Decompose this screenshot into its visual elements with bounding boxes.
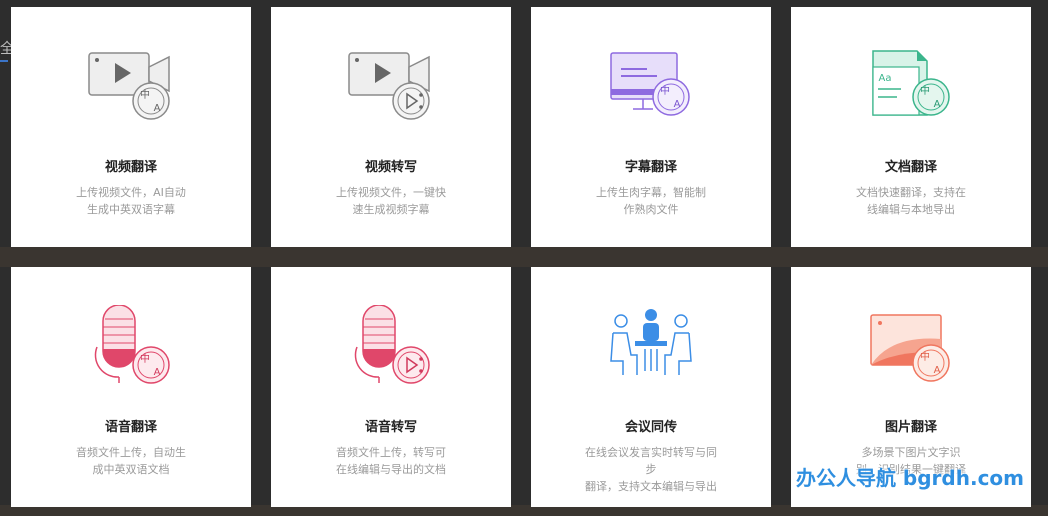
card-description-line: 音频文件上传，自动生 <box>76 446 186 459</box>
badge-zh-glyph: 中 <box>920 84 930 97</box>
card-voice-translate[interactable]: 中 A 语音翻译 音频文件上传，自动生 成中英双语文档 <box>11 267 251 507</box>
card-description: 文档快速翻译，支持在 线编辑与本地导出 <box>841 184 981 218</box>
card-subtitle-translate[interactable]: 中 A 字幕翻译 上传生肉字幕，智能制 作熟肉文件 <box>531 7 771 247</box>
card-description-line: 成中英双语文档 <box>92 463 170 476</box>
card-video-transcribe[interactable]: 视频转写 上传视频文件，一键快 速生成视频字幕 <box>271 7 511 247</box>
video-translate-icon: 中 A <box>81 45 181 125</box>
service-grid: 中 A 视频翻译 上传视频文件，AI自动 生成中英双语字幕 视频转写 上传视频文… <box>11 7 1031 507</box>
card-description-line: 线编辑与本地导出 <box>867 203 955 216</box>
card-description: 在线会议发言实时转写与同步 翻译，支持文本编辑与导出 <box>581 444 721 495</box>
badge-zh-glyph: 中 <box>140 352 150 365</box>
card-document-translate[interactable]: Aa 中 A 文档翻译 文档快速翻译，支持在 线编辑与本地导出 <box>791 7 1031 247</box>
card-title: 视频翻译 <box>104 160 157 175</box>
card-description-line: 在线会议发言实时转写与同步 <box>585 446 717 476</box>
card-title: 语音转写 <box>364 420 417 435</box>
background-tab-underline <box>0 60 8 62</box>
meeting-interpret-icon <box>601 305 701 385</box>
card-description: 音频文件上传，转写可 在线编辑与导出的文档 <box>321 444 461 478</box>
badge-en-glyph: A <box>934 99 941 110</box>
card-description-line: 速生成视频字幕 <box>352 203 430 216</box>
card-title: 文档翻译 <box>884 160 937 175</box>
card-voice-transcribe[interactable]: 语音转写 音频文件上传，转写可 在线编辑与导出的文档 <box>271 267 511 507</box>
card-meeting-interpret[interactable]: 会议同传 在线会议发言实时转写与同步 翻译，支持文本编辑与导出 <box>531 267 771 507</box>
card-description-line: 上传生肉字幕，智能制 <box>596 186 706 199</box>
badge-zh-glyph: 中 <box>660 84 670 97</box>
voice-translate-icon: 中 A <box>81 305 181 385</box>
card-description: 音频文件上传，自动生 成中英双语文档 <box>61 444 201 478</box>
card-description: 上传视频文件，AI自动 生成中英双语字幕 <box>61 184 201 218</box>
card-description: 上传视频文件，一键快 速生成视频字幕 <box>321 184 461 218</box>
card-description-line: 翻译，支持文本编辑与导出 <box>585 480 717 493</box>
badge-en-glyph: A <box>154 103 161 114</box>
badge-zh-glyph: 中 <box>140 88 150 101</box>
card-description-line: 在线编辑与导出的文档 <box>336 463 446 476</box>
card-description-line: 音频文件上传，转写可 <box>336 446 446 459</box>
card-description-line: 上传视频文件，一键快 <box>336 186 446 199</box>
badge-zh-glyph: 中 <box>920 350 930 363</box>
watermark-text: 办公人导航 bgrdh.com <box>795 466 1024 490</box>
badge-en-glyph: A <box>154 367 161 378</box>
card-title: 视频转写 <box>364 160 417 175</box>
card-description-line: 文档快速翻译，支持在 <box>856 186 966 199</box>
card-title: 会议同传 <box>624 420 677 435</box>
card-title: 字幕翻译 <box>624 160 677 175</box>
card-description: 上传生肉字幕，智能制 作熟肉文件 <box>581 184 721 218</box>
subtitle-translate-icon: 中 A <box>601 45 701 125</box>
card-video-translate[interactable]: 中 A 视频翻译 上传视频文件，AI自动 生成中英双语字幕 <box>11 7 251 247</box>
badge-en-glyph: A <box>934 365 941 376</box>
card-title: 图片翻译 <box>884 420 937 435</box>
video-transcribe-icon <box>341 45 441 125</box>
image-translate-icon: 中 A <box>861 305 961 385</box>
card-description-line: 上传视频文件，AI自动 <box>76 186 186 199</box>
card-title: 语音翻译 <box>104 420 157 435</box>
badge-en-glyph: A <box>674 99 681 110</box>
card-description-line: 多场景下图片文字识 <box>861 446 961 459</box>
document-glyph: Aa <box>879 73 892 84</box>
card-description-line: 作熟肉文件 <box>623 203 679 216</box>
voice-transcribe-icon <box>341 305 441 385</box>
card-description-line: 生成中英双语字幕 <box>87 203 175 216</box>
document-translate-icon: Aa 中 A <box>861 45 961 125</box>
